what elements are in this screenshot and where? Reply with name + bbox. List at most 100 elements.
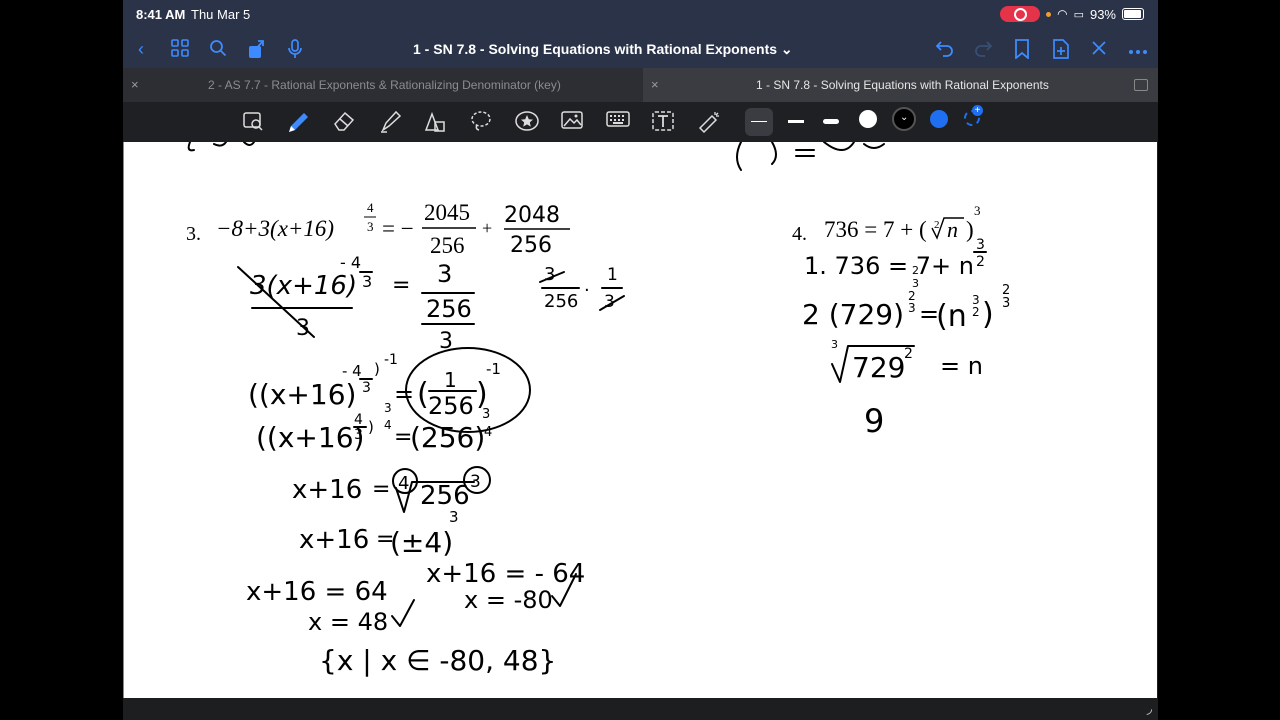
bookmark-icon[interactable] xyxy=(1012,39,1032,60)
svg-text:=: = xyxy=(392,273,410,298)
svg-text:): ) xyxy=(374,360,380,378)
page-resize-handle-icon[interactable]: ◞ xyxy=(1147,700,1152,717)
lasso-image-icon[interactable] xyxy=(241,110,265,134)
problem-4-radicand: n xyxy=(947,217,958,242)
close-icon[interactable] xyxy=(1089,39,1109,59)
svg-text:=: = xyxy=(372,477,390,502)
svg-text:{x | x ∈ -80, 48}: {x | x ∈ -80, 48} xyxy=(319,644,556,677)
frac1-denominator: 256 xyxy=(430,233,465,258)
pen-icon[interactable] xyxy=(285,110,309,134)
ink-layer: 3. −8+3(x+16) 4 3 = − 2045 256 + 2048 25… xyxy=(186,142,1010,677)
svg-text:(n: (n xyxy=(936,299,967,334)
svg-text:3: 3 xyxy=(354,427,363,443)
svg-text:3: 3 xyxy=(470,472,481,492)
screen-recording-icon[interactable] xyxy=(1000,6,1041,22)
redo-icon[interactable] xyxy=(973,39,993,59)
color-swatch-blue[interactable] xyxy=(930,110,948,128)
svg-text:((x+16): ((x+16) xyxy=(248,378,356,411)
split-view-icon[interactable] xyxy=(1134,79,1148,91)
notebook-page[interactable]: 3. −8+3(x+16) 4 3 = − 2045 256 + 2048 25… xyxy=(123,142,1157,698)
tab-close-icon[interactable]: × xyxy=(131,68,139,102)
tab-as-7-7[interactable]: × 2 - AS 7.7 - Rational Exponents & Rati… xyxy=(123,68,643,102)
svg-text:256: 256 xyxy=(420,481,470,511)
tab-close-icon[interactable]: × xyxy=(651,68,659,102)
problem-3-exp-den: 3 xyxy=(367,219,374,234)
svg-text:3(x+16): 3(x+16) xyxy=(250,271,357,301)
svg-text:3: 3 xyxy=(296,316,310,341)
svg-text:-1: -1 xyxy=(384,352,398,368)
goodnotes-app: 8:41 AM Thu Mar 5 ◠ ▭ 93% ‹ 1 - SN 7.8 -… xyxy=(123,0,1158,720)
status-right-group: ◠ ▭ 93% xyxy=(1000,6,1144,22)
document-title[interactable]: 1 - SN 7.8 - Solving Equations with Rati… xyxy=(413,41,793,58)
svg-text:4: 4 xyxy=(354,412,363,428)
add-page-icon[interactable] xyxy=(1051,39,1071,59)
chevron-down-icon: ⌄ xyxy=(900,112,909,123)
stroke-width-medium[interactable] xyxy=(788,114,804,130)
problem-4-exp: 3 xyxy=(974,203,981,218)
svg-text:3: 3 xyxy=(1002,296,1010,311)
svg-text:2 (729): 2 (729) xyxy=(802,298,904,331)
more-icon[interactable] xyxy=(1128,39,1148,59)
laser-pointer-icon[interactable] xyxy=(697,110,721,134)
svg-text:): ) xyxy=(966,217,974,242)
svg-text:3: 3 xyxy=(908,301,916,315)
microphone-icon[interactable] xyxy=(285,39,305,59)
svg-text:=: = xyxy=(394,380,414,408)
svg-text:4: 4 xyxy=(384,418,392,432)
status-bar: 8:41 AM Thu Mar 5 ◠ ▭ 93% xyxy=(123,0,1158,30)
svg-text:): ) xyxy=(368,418,374,436)
svg-text:3: 3 xyxy=(831,338,838,351)
color-swatch-white[interactable] xyxy=(859,110,877,128)
svg-text:256: 256 xyxy=(426,295,472,323)
svg-text:9: 9 xyxy=(864,402,884,440)
tab-label: 1 - SN 7.8 - Solving Equations with Rati… xyxy=(756,78,1049,92)
battery-percent: 93% xyxy=(1089,6,1116,22)
navigation-bar: ‹ 1 - SN 7.8 - Solving Equations with Ra… xyxy=(123,30,1158,68)
battery-icon xyxy=(1122,8,1144,20)
bottom-bar: ◞ xyxy=(123,698,1158,720)
chevron-left-icon[interactable]: ‹ xyxy=(131,39,151,59)
svg-text:3: 3 xyxy=(437,260,452,288)
shapes-icon[interactable] xyxy=(423,110,447,134)
lasso-icon[interactable] xyxy=(469,110,493,134)
search-icon[interactable] xyxy=(208,39,228,59)
tab-sn-7-8[interactable]: × 1 - SN 7.8 - Solving Equations with Ra… xyxy=(643,68,1158,102)
frac2-denominator: 256 xyxy=(510,233,552,258)
color-swatch-black-selected[interactable]: ⌄ xyxy=(892,107,916,131)
svg-text:): ) xyxy=(982,297,994,332)
svg-text:·: · xyxy=(584,280,590,301)
stroke-width-thick[interactable] xyxy=(823,114,839,130)
sticker-icon[interactable] xyxy=(514,110,539,134)
status-time: 8:41 AM xyxy=(136,7,186,22)
svg-text:2: 2 xyxy=(976,254,985,270)
mic-in-use-dot-icon xyxy=(1046,11,1052,17)
svg-text:1: 1 xyxy=(444,368,457,392)
keyboard-icon[interactable] xyxy=(606,110,630,134)
svg-text:2: 2 xyxy=(912,264,919,277)
svg-text:3: 3 xyxy=(976,237,985,253)
add-color-icon[interactable]: + xyxy=(964,105,983,126)
tab-label: 2 - AS 7.7 - Rational Exponents & Ration… xyxy=(208,78,561,92)
svg-text:2: 2 xyxy=(904,346,913,362)
image-icon[interactable] xyxy=(560,110,584,134)
svg-text:-1: -1 xyxy=(486,360,501,378)
svg-text:x+16 = - 64: x+16 = - 64 xyxy=(426,559,585,589)
highlighter-icon[interactable] xyxy=(378,110,402,134)
problem-4-number: 4. xyxy=(792,223,807,245)
undo-icon[interactable] xyxy=(935,39,955,59)
stroke-width-thin-selected[interactable] xyxy=(745,108,773,136)
svg-text:3: 3 xyxy=(384,401,392,415)
problem-3-number: 3. xyxy=(186,223,201,245)
problem-3-lhs: −8+3(x+16) xyxy=(216,216,334,241)
eraser-icon[interactable] xyxy=(332,110,356,134)
svg-text:- 4: - 4 xyxy=(342,362,362,380)
svg-text:256: 256 xyxy=(428,392,474,420)
svg-text:((x+16): ((x+16) xyxy=(256,421,364,454)
problem-4-root-index: 2 xyxy=(934,219,940,231)
share-icon[interactable] xyxy=(246,39,266,59)
text-box-icon[interactable] xyxy=(651,110,675,134)
grid-icon[interactable] xyxy=(170,39,190,59)
svg-text:3: 3 xyxy=(449,508,459,526)
svg-text:x+16: x+16 xyxy=(292,475,362,505)
svg-text:x+16 = 64: x+16 = 64 xyxy=(246,577,388,607)
